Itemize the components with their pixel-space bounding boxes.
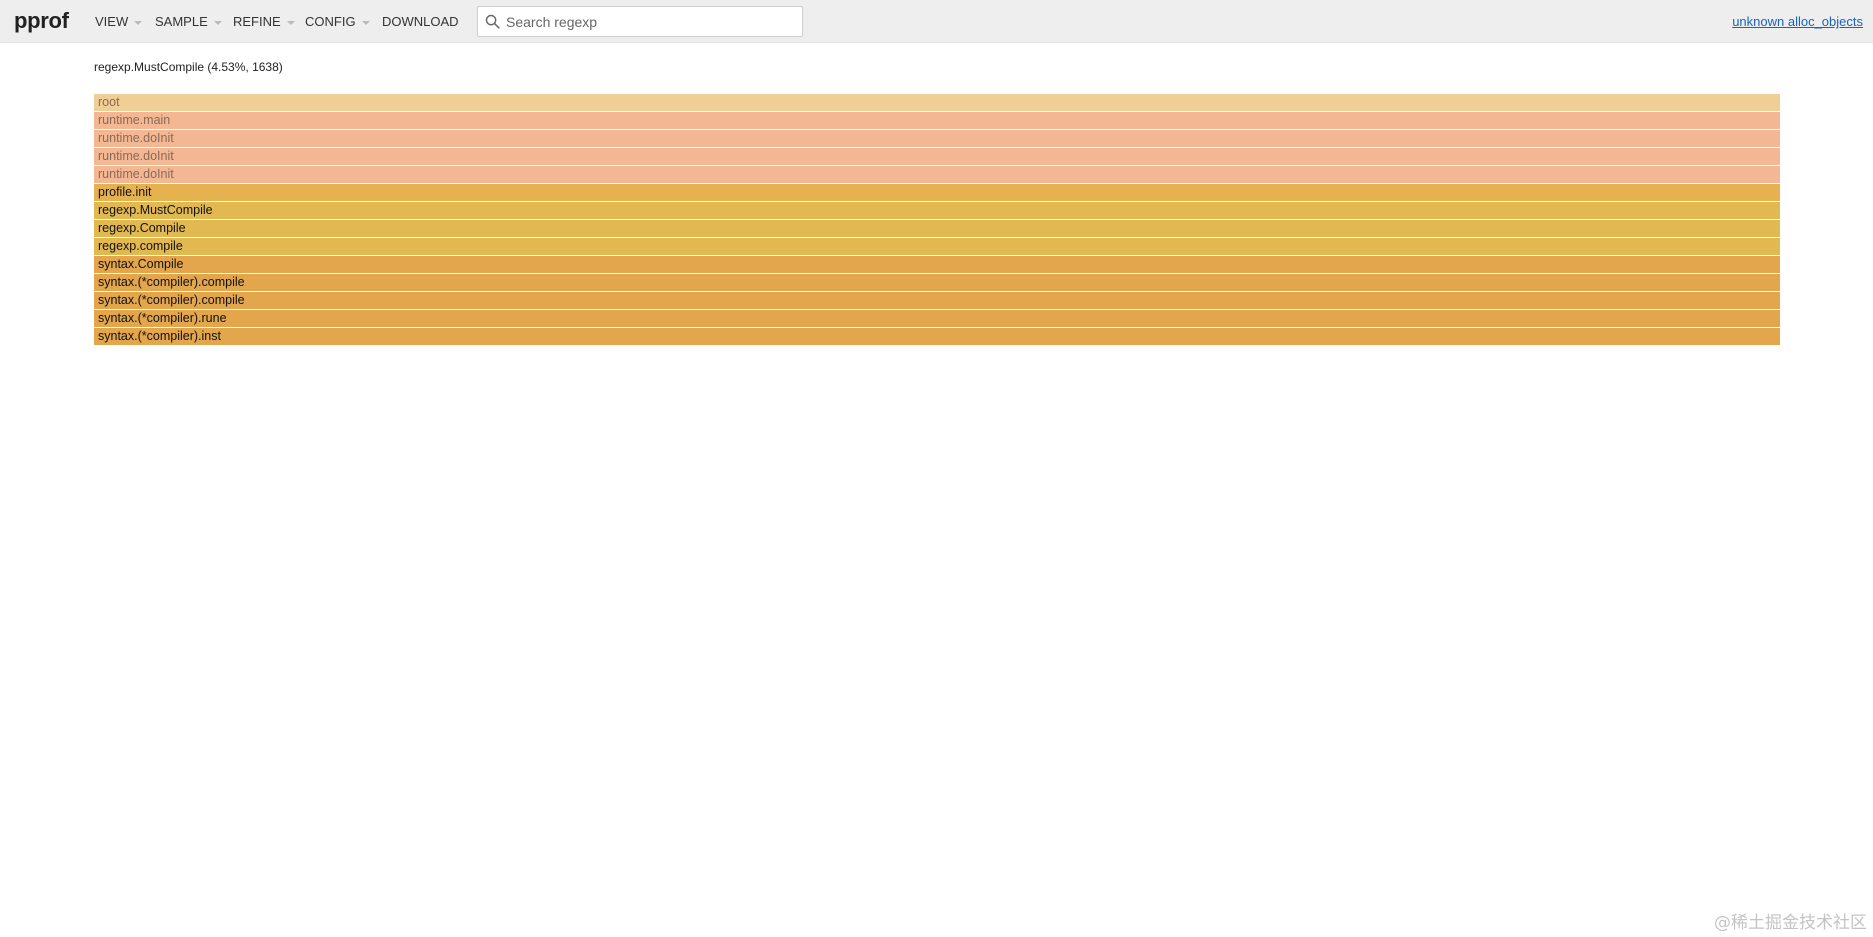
flame-frame[interactable]: regexp.compile — [94, 238, 1780, 255]
flame-frame[interactable]: syntax.(*compiler).inst — [94, 328, 1780, 345]
view-menu[interactable]: VIEW — [95, 0, 143, 43]
config-menu[interactable]: CONFIG — [305, 0, 370, 43]
download-button[interactable]: DOWNLOAD — [382, 0, 459, 43]
download-label: DOWNLOAD — [382, 14, 459, 29]
flame-frame[interactable]: runtime.doInit — [94, 130, 1780, 147]
sample-menu-label: SAMPLE — [155, 14, 208, 29]
flame-frame[interactable]: syntax.Compile — [94, 256, 1780, 273]
chevron-down-icon — [361, 20, 370, 25]
flame-frame[interactable]: regexp.Compile — [94, 220, 1780, 237]
pprof-logo[interactable]: pprof — [14, 8, 69, 34]
flame-frame[interactable]: root — [94, 94, 1780, 111]
search-input[interactable] — [506, 7, 796, 36]
chevron-down-icon — [134, 20, 143, 25]
chevron-down-icon — [286, 20, 295, 25]
flame-frame[interactable]: syntax.(*compiler).rune — [94, 310, 1780, 327]
flame-frame[interactable]: profile.init — [94, 184, 1780, 201]
config-menu-label: CONFIG — [305, 14, 356, 29]
flame-graph: root runtime.main runtime.doInit runtime.do… — [94, 94, 1780, 346]
refine-menu-label: REFINE — [233, 14, 281, 29]
search-box[interactable] — [477, 6, 803, 37]
flame-frame[interactable]: runtime.main — [94, 112, 1780, 129]
view-menu-label: VIEW — [95, 14, 129, 29]
toolbar: pprof VIEW SAMPLE REFINE CONFIG DOWNLOAD… — [0, 0, 1873, 43]
search-icon — [485, 14, 500, 29]
flame-frame[interactable]: runtime.doInit — [94, 148, 1780, 165]
sample-type-link[interactable]: unknown alloc_objects — [1732, 0, 1863, 43]
selected-frame-details: regexp.MustCompile (4.53%, 1638) — [94, 60, 283, 74]
flame-frame[interactable]: syntax.(*compiler).compile — [94, 292, 1780, 309]
chevron-down-icon — [213, 20, 222, 25]
watermark: @稀土掘金技术社区 — [1714, 913, 1867, 933]
flame-frame[interactable]: syntax.(*compiler).compile — [94, 274, 1780, 291]
sample-menu[interactable]: SAMPLE — [155, 0, 222, 43]
flame-frame[interactable]: regexp.MustCompile — [94, 202, 1780, 219]
refine-menu[interactable]: REFINE — [233, 0, 295, 43]
flame-frame[interactable]: runtime.doInit — [94, 166, 1780, 183]
